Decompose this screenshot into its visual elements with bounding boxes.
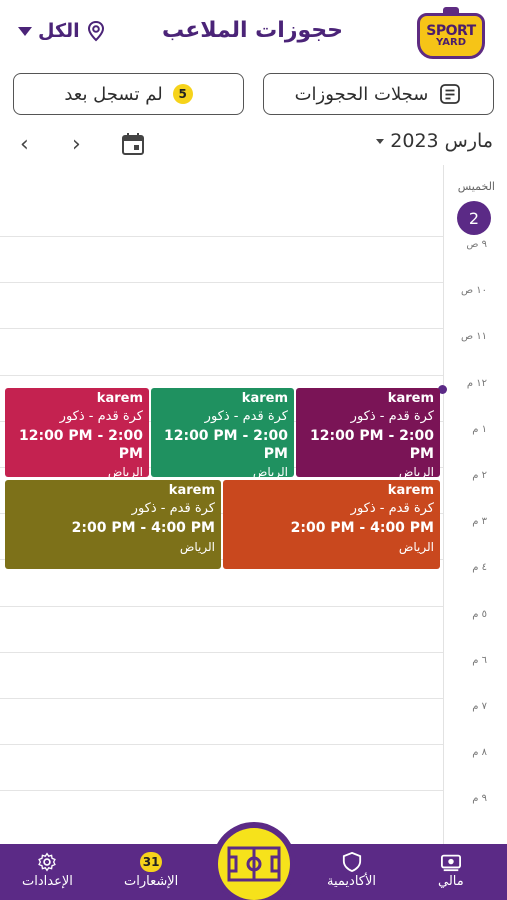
- event-time: 12:00 PM - 2:00 PM: [163, 428, 288, 462]
- hour-label: ١٠ ص: [460, 285, 487, 296]
- calendar-icon[interactable]: [120, 131, 146, 161]
- event-time: 12:00 PM - 2:00 PM: [309, 428, 434, 462]
- month-selector[interactable]: مارس 2023: [376, 130, 493, 152]
- hour-label: ٥ م: [472, 609, 487, 620]
- hour-gridline: [0, 698, 443, 699]
- football-field-icon: [227, 846, 281, 882]
- booking-event[interactable]: karem كرة قدم - ذكور 12:00 PM - 2:00 PM …: [296, 388, 440, 477]
- event-customer: karem: [387, 391, 434, 406]
- booking-event[interactable]: karem كرة قدم - ذكور 12:00 PM - 2:00 PM …: [151, 388, 294, 477]
- pending-count-badge: 5: [172, 84, 193, 104]
- chevron-right-icon[interactable]: ›: [72, 132, 81, 157]
- hour-label: ١٢ م: [466, 378, 487, 389]
- gear-icon: [38, 852, 57, 872]
- event-city: الرياض: [398, 465, 434, 477]
- hour-gridline: [0, 606, 443, 607]
- event-customer: karem: [387, 483, 434, 498]
- nav-settings[interactable]: الإعدادات: [22, 852, 73, 889]
- event-sport: كرة قدم - ذكور: [59, 409, 143, 424]
- location-filter-label: الكل: [38, 20, 80, 42]
- event-time: 12:00 PM - 2:00 PM: [18, 428, 143, 462]
- hour-gridline: [0, 652, 443, 653]
- nav-notifications[interactable]: 31 الإشعارات: [124, 852, 178, 889]
- month-dropdown-icon: [376, 138, 385, 144]
- notifications-count-badge: 31: [140, 852, 163, 872]
- app-header: SPORT YARD حجوزات الملاعب الكل: [0, 0, 507, 66]
- hour-gridline: [0, 236, 443, 237]
- not-registered-label: لم تسجل بعد: [64, 83, 163, 105]
- nav-finance-label: مالي: [438, 874, 464, 889]
- booking-records-button[interactable]: سجلات الحجوزات: [263, 73, 494, 115]
- event-city: الرياض: [252, 465, 288, 477]
- hour-gridline: [0, 375, 443, 376]
- event-city: الرياض: [398, 539, 434, 554]
- hour-gridline: [0, 282, 443, 283]
- fab-inner: [218, 828, 290, 900]
- hour-label: ١١ ص: [460, 331, 487, 342]
- event-city: الرياض: [107, 465, 143, 477]
- event-sport: كرة قدم - ذكور: [204, 409, 288, 424]
- hour-label: ٦ م: [472, 655, 487, 666]
- sport-yard-logo[interactable]: SPORT YARD: [417, 7, 485, 59]
- location-pin-icon: [87, 20, 104, 42]
- event-time: 2:00 PM - 4:00 PM: [71, 520, 215, 536]
- event-time: 2:00 PM - 4:00 PM: [290, 520, 434, 536]
- document-list-icon: [440, 84, 461, 104]
- event-sport: كرة قدم - ذكور: [350, 409, 434, 424]
- booking-event[interactable]: karem كرة قدم - ذكور 12:00 PM - 2:00 PM …: [5, 388, 149, 477]
- page-title: حجوزات الملاعب: [161, 18, 343, 43]
- hour-gridline: [0, 744, 443, 745]
- location-filter[interactable]: الكل: [18, 20, 106, 42]
- fields-fab-button[interactable]: [212, 822, 296, 900]
- booking-event[interactable]: karem كرة قدم - ذكور 2:00 PM - 4:00 PM ا…: [223, 480, 440, 569]
- event-city: الرياض: [179, 539, 215, 554]
- hour-label: ٤ م: [472, 562, 487, 573]
- logo-line2: YARD: [435, 37, 467, 48]
- chevron-left-icon[interactable]: ‹: [20, 132, 29, 157]
- day-name: الخميس: [457, 180, 495, 193]
- hour-label: ٧ م: [472, 701, 487, 712]
- event-sport: كرة قدم - ذكور: [131, 501, 215, 516]
- nav-academies-label: الأكاديمية: [327, 874, 376, 889]
- nav-academies[interactable]: الأكاديمية: [327, 852, 376, 889]
- not-registered-button[interactable]: لم تسجل بعد 5: [13, 73, 244, 115]
- shield-icon: [342, 852, 361, 872]
- hour-label: ٩ ص: [466, 239, 487, 250]
- hour-label: ٢ م: [472, 470, 487, 481]
- nav-settings-label: الإعدادات: [22, 874, 73, 889]
- booking-records-label: سجلات الحجوزات: [294, 83, 429, 105]
- hour-gridline: [0, 790, 443, 791]
- hour-label: ١ م: [472, 424, 487, 435]
- nav-finance[interactable]: مالي: [438, 852, 464, 889]
- event-customer: karem: [168, 483, 215, 498]
- month-navigation: مارس 2023 ‹ ›: [0, 128, 507, 158]
- event-customer: karem: [241, 391, 288, 406]
- month-label: مارس 2023: [390, 130, 493, 152]
- day-number[interactable]: 2: [457, 201, 491, 235]
- booking-event[interactable]: karem كرة قدم - ذكور 2:00 PM - 4:00 PM ا…: [5, 480, 221, 569]
- wallet-icon: [440, 854, 461, 872]
- nav-notifications-label: الإشعارات: [124, 874, 179, 889]
- logo-badge: SPORT YARD: [417, 13, 485, 59]
- hour-label: ٨ م: [472, 747, 487, 758]
- logo-line1: SPORT: [426, 23, 476, 39]
- event-customer: karem: [96, 391, 143, 406]
- hour-gridline: [0, 328, 443, 329]
- hour-label: ٣ م: [472, 516, 487, 527]
- event-sport: كرة قدم - ذكور: [350, 501, 434, 516]
- day-column-divider: [443, 165, 444, 845]
- hour-label: ٩ م: [472, 793, 487, 804]
- dropdown-arrow-icon: [18, 26, 32, 36]
